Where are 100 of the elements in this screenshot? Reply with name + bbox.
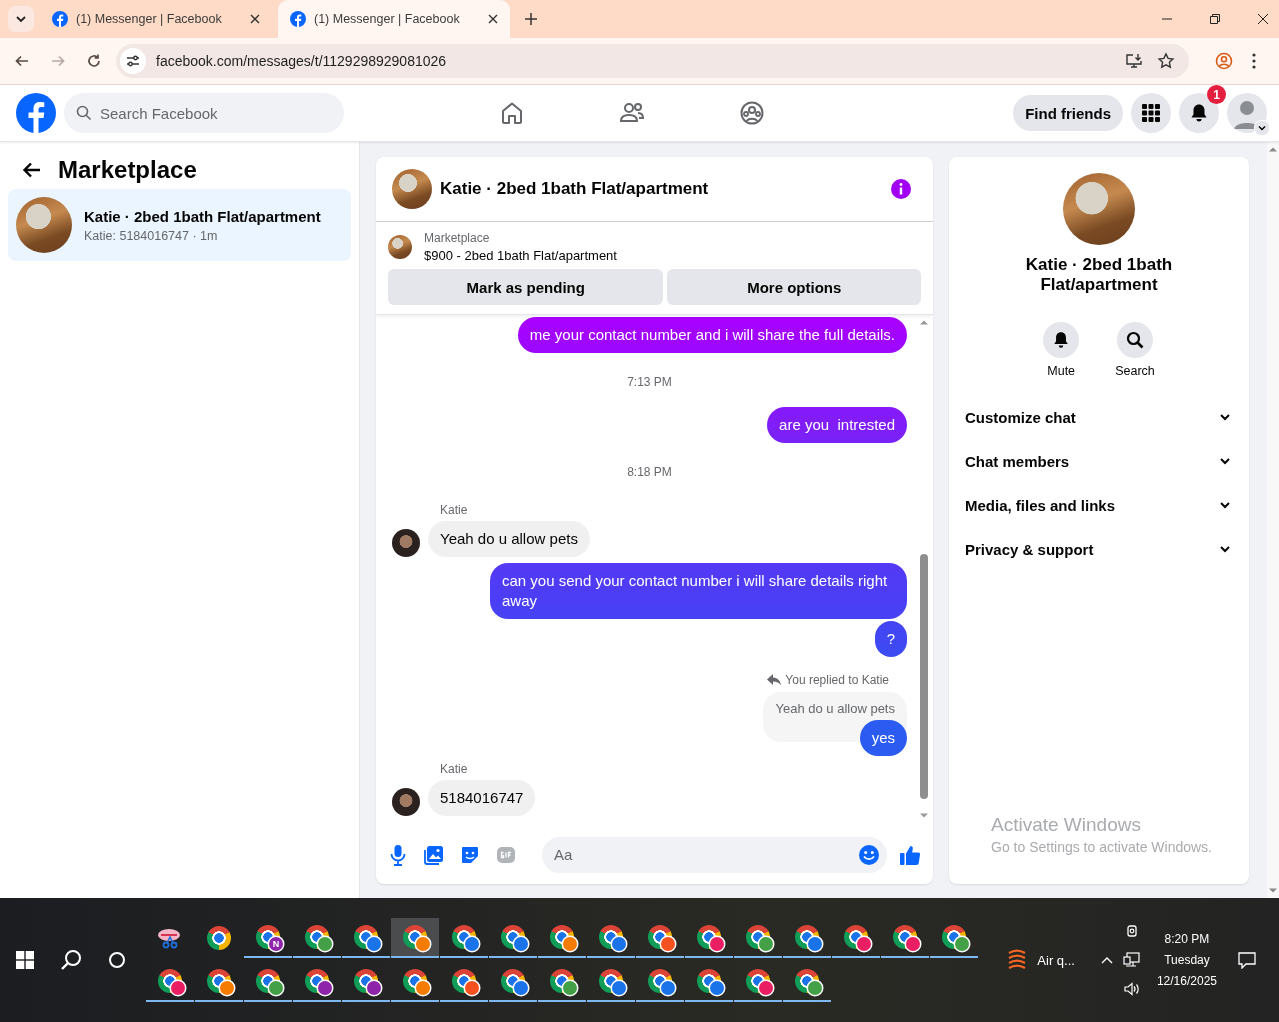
notification-center-icon[interactable] bbox=[1237, 951, 1257, 969]
volume-icon[interactable] bbox=[1123, 982, 1140, 996]
more-menu-icon[interactable] bbox=[1251, 52, 1257, 70]
tab-list-button[interactable] bbox=[8, 6, 34, 32]
profile-icon[interactable] bbox=[1215, 52, 1233, 70]
conversation-name: Katie · 2bed 1bath Flat/apartment bbox=[1024, 255, 1174, 295]
taskbar-app[interactable]: N bbox=[244, 918, 292, 958]
avatar bbox=[392, 529, 420, 557]
action-label: Search bbox=[1115, 364, 1155, 378]
message-bubble: 5184016747 bbox=[428, 780, 536, 816]
close-icon[interactable] bbox=[1257, 13, 1269, 25]
close-icon[interactable] bbox=[488, 14, 498, 24]
conversation-preview: Katie: 5184016747 · 1m bbox=[84, 228, 219, 243]
listing-title: $900 - 2bed 1bath Flat/apartment bbox=[424, 248, 617, 263]
restore-icon[interactable] bbox=[1209, 13, 1221, 25]
profile-badge: N bbox=[269, 937, 283, 951]
weather-label[interactable]: Air q... bbox=[1037, 952, 1075, 968]
search-field[interactable]: Search Facebook bbox=[64, 93, 344, 133]
reload-icon[interactable] bbox=[86, 53, 102, 69]
sender-name: Katie bbox=[440, 762, 469, 776]
browser-tab[interactable]: (1) Messenger | Facebook bbox=[278, 0, 510, 38]
activation-subtitle: Go to Settings to activate Windows. bbox=[991, 839, 1212, 855]
search-button[interactable] bbox=[1117, 322, 1153, 358]
section-title: Marketplace bbox=[58, 156, 197, 184]
avatar bbox=[392, 788, 420, 816]
accordion-item[interactable]: Customize chat bbox=[949, 395, 1249, 439]
facebook-logo-icon[interactable] bbox=[16, 93, 56, 133]
close-icon[interactable] bbox=[250, 14, 260, 24]
scroll-up-icon[interactable] bbox=[1268, 146, 1278, 152]
star-icon[interactable] bbox=[1157, 52, 1175, 70]
conversation-title: Katie · 2bed 1bath Flat/apartment bbox=[84, 207, 321, 225]
cortana-icon[interactable] bbox=[108, 951, 126, 969]
sender-name: Katie bbox=[440, 503, 469, 517]
action-label: Mute bbox=[1047, 364, 1076, 378]
tab-title: (1) Messenger | Facebook bbox=[76, 12, 223, 26]
emoji-icon[interactable] bbox=[858, 843, 880, 866]
message-bubble: me your contact number and i will share the full details. bbox=[517, 317, 907, 353]
back-arrow-icon[interactable] bbox=[22, 160, 42, 180]
find-friends-button[interactable]: Find friends bbox=[1013, 95, 1123, 131]
url-text: facebook.com/messages/t/1129298929081026 bbox=[156, 53, 447, 69]
scroll-down-icon[interactable] bbox=[919, 813, 929, 819]
facebook-icon bbox=[52, 11, 68, 27]
browser-tab[interactable]: (1) Messenger | Facebook bbox=[40, 0, 272, 38]
activation-title: Activate Windows bbox=[991, 814, 1142, 836]
thumbs-up-icon[interactable] bbox=[899, 843, 921, 866]
scroll-down-icon[interactable] bbox=[1268, 888, 1278, 894]
message-bubble: ? bbox=[874, 621, 907, 657]
chat-title: Katie · 2bed 1bath Flat/apartment bbox=[440, 179, 709, 199]
search-icon[interactable] bbox=[60, 949, 82, 971]
accordion-item[interactable]: Media, files and links bbox=[949, 483, 1249, 527]
menu-button[interactable] bbox=[1131, 93, 1171, 133]
tab-title: (1) Messenger | Facebook bbox=[314, 12, 461, 26]
message-bubble: can you send your contact number i will share details right away bbox=[490, 563, 907, 619]
listing-action-button[interactable]: Mark as pending bbox=[388, 269, 664, 305]
bell-icon bbox=[1189, 103, 1209, 123]
message-field[interactable]: Aa bbox=[542, 836, 887, 873]
image-icon[interactable] bbox=[424, 844, 444, 865]
message-bubble: yes bbox=[859, 720, 907, 756]
accordion-item[interactable]: Privacy & support bbox=[949, 527, 1249, 571]
reply-icon bbox=[767, 674, 782, 686]
listing-action-button[interactable]: More options bbox=[667, 269, 921, 305]
search-icon bbox=[76, 105, 92, 121]
address-bar[interactable]: facebook.com/messages/t/1129298929081026 bbox=[116, 44, 1189, 78]
notification-count: 1 bbox=[1207, 85, 1226, 104]
photo-placeholder bbox=[388, 235, 412, 259]
listing-label: Marketplace bbox=[424, 231, 491, 245]
reply-label: You replied to Katie bbox=[785, 673, 889, 687]
photo-placeholder bbox=[16, 197, 72, 253]
message-bubble: are you intrested bbox=[767, 407, 907, 443]
new-tab-icon[interactable] bbox=[524, 12, 538, 26]
windows-start-icon[interactable] bbox=[16, 951, 34, 969]
site-info-icon[interactable] bbox=[120, 48, 146, 74]
chrome-icon bbox=[207, 926, 231, 950]
chevron-down-icon bbox=[15, 13, 27, 25]
conversation-item[interactable]: Katie · 2bed 1bath Flat/apartment Katie: 5184016747 · 1m bbox=[8, 189, 351, 261]
message-bubble: Yeah do u allow pets bbox=[428, 521, 590, 557]
microphone-icon[interactable] bbox=[388, 843, 408, 866]
grid-icon bbox=[1141, 103, 1161, 123]
install-app-icon[interactable] bbox=[1125, 52, 1143, 70]
mute-button[interactable] bbox=[1043, 322, 1080, 358]
groups-icon[interactable] bbox=[738, 100, 765, 126]
scissors-icon bbox=[157, 927, 183, 949]
weather-icon[interactable] bbox=[1007, 949, 1028, 971]
scroll-up-icon[interactable] bbox=[919, 319, 929, 325]
timestamp: 8:18 PM bbox=[627, 465, 672, 479]
facebook-icon bbox=[290, 11, 306, 27]
network-icon[interactable] bbox=[1122, 952, 1141, 968]
info-icon[interactable] bbox=[890, 178, 912, 200]
search-icon bbox=[1126, 331, 1144, 349]
timestamp: 7:13 PM bbox=[627, 375, 672, 389]
chevron-down-icon[interactable] bbox=[1254, 120, 1270, 136]
taskbar-app[interactable] bbox=[391, 918, 439, 958]
scrollbar[interactable] bbox=[1267, 142, 1279, 898]
clock[interactable]: 8:20 PM Tuesday 12/16/2025 bbox=[1150, 932, 1227, 988]
photo-placeholder bbox=[392, 169, 432, 209]
accordion-item[interactable]: Chat members bbox=[949, 439, 1249, 483]
chevron-up-icon[interactable] bbox=[1100, 956, 1113, 964]
sticker-icon[interactable] bbox=[460, 844, 480, 865]
back-icon[interactable] bbox=[14, 53, 30, 69]
meet-icon[interactable] bbox=[1124, 924, 1139, 938]
